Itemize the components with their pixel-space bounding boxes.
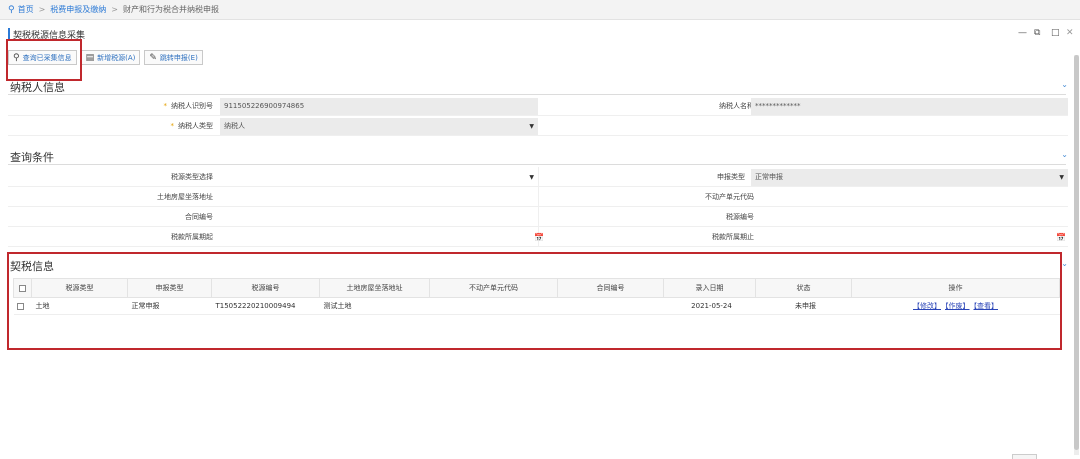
view-link[interactable]: 【查看】 xyxy=(974,302,999,310)
table-row[interactable]: 土地 正常申报 T150522202100094​94 测试土地 2021-05… xyxy=(13,297,1060,315)
calendar-icon[interactable]: 📅 xyxy=(1056,229,1066,246)
breadcrumb-separator: > xyxy=(38,5,46,14)
declare-type-select[interactable]: 正常申报 ▼ xyxy=(751,169,1068,186)
edit-link[interactable]: 【修改】 xyxy=(913,302,941,310)
dropdown-arrow-icon[interactable]: ▼ xyxy=(1059,169,1064,186)
period-end-input[interactable]: 📅 xyxy=(751,229,1068,246)
taxpayer-type-value: 纳税人 xyxy=(224,122,245,130)
chevron-down-icon[interactable]: ⌄ xyxy=(1061,80,1068,89)
cell-status: 未申报 xyxy=(755,297,852,315)
breadcrumb-current: 财产和行为税合并纳税申报 xyxy=(123,5,219,14)
bottom-tab-handle[interactable] xyxy=(1012,454,1037,459)
land-address-input[interactable] xyxy=(220,189,538,206)
section-title-taxpayer: 纳税人信息 xyxy=(10,81,65,94)
section-title-query: 查询条件 xyxy=(10,151,54,164)
section-title-grid: 契税信息 xyxy=(10,260,54,273)
source-no-input[interactable] xyxy=(751,209,1068,226)
row-checkbox[interactable] xyxy=(16,302,24,310)
query-collected-label: 查询已采集信息 xyxy=(22,53,72,62)
add-doc-icon: ▤ xyxy=(85,52,95,63)
breadcrumb-separator: > xyxy=(111,5,118,14)
period-start-input[interactable]: 📅 xyxy=(220,229,546,246)
column-header[interactable]: 税源类型 xyxy=(31,278,128,298)
close-icon[interactable]: ✕ xyxy=(1066,28,1074,38)
taxpayer-type-select[interactable]: 纳税人 ▼ xyxy=(220,118,538,135)
source-no-label: 税源编号 xyxy=(726,213,754,221)
deed-tax-table: 税源类型 申报类型 税源编号 土地房屋坐落地址 不动产单元代码 合同编号 录入日… xyxy=(13,278,1060,315)
form-row-period: 税款所属期起 📅 税款所属期止 📅 xyxy=(8,228,1068,247)
dropdown-arrow-icon[interactable]: ▼ xyxy=(529,169,534,186)
contract-label: 合同编号 xyxy=(185,213,213,221)
restore-icon[interactable]: ⧉ xyxy=(1034,28,1040,38)
source-type-select[interactable]: ▼ xyxy=(220,169,538,186)
form-row-address: 土地房屋坐落地址 不动产单元代码 xyxy=(8,188,1068,207)
contract-input[interactable] xyxy=(220,209,538,226)
select-all-cell xyxy=(13,278,32,298)
unit-code-input[interactable] xyxy=(751,189,1068,206)
window-title: 契税税源信息采集 xyxy=(13,31,86,41)
column-header[interactable]: 不动产单元代码 xyxy=(429,278,558,298)
form-row-taxpayer-id: * 纳税人识别号 911505226900974865 纳税人名称 *******… xyxy=(8,97,1068,116)
select-all-checkbox[interactable] xyxy=(19,284,26,292)
jump-declare-button[interactable]: ✎ 跳转申报(E) xyxy=(144,50,203,65)
vertical-scrollbar[interactable] xyxy=(1074,55,1079,455)
cell-source-type: 土地 xyxy=(31,297,128,315)
form-row-taxpayer-type: * 纳税人类型 纳税人 ▼ xyxy=(8,117,1068,136)
column-header[interactable]: 土地房屋坐落地址 xyxy=(319,278,430,298)
title-accent-bar xyxy=(8,28,10,39)
cell-date: 2021-05-24 xyxy=(663,297,756,315)
location-pin-icon: ⚲ xyxy=(8,4,15,15)
cell-operations: 【修改】 【作废】 【查看】 xyxy=(851,297,1060,315)
land-address-label: 土地房屋坐落地址 xyxy=(157,193,213,201)
taxpayer-type-label: * 纳税人类型 xyxy=(170,122,214,130)
column-header[interactable]: 状态 xyxy=(755,278,852,298)
taxpayer-id-field[interactable]: 911505226900974865 xyxy=(220,98,538,115)
form-row-source-type: 税源类型选择 ▼ 申报类型 正常申报 ▼ xyxy=(8,168,1068,187)
cell-source-no: T150522202100094​94 xyxy=(211,297,320,315)
minimize-icon[interactable]: — xyxy=(1018,28,1027,38)
period-start-label: 税款所属期起 xyxy=(171,233,213,241)
query-collected-button[interactable]: ⚲ 查询已采集信息 xyxy=(8,50,77,65)
void-link[interactable]: 【作废】 xyxy=(945,302,970,310)
column-header[interactable]: 申报类型 xyxy=(127,278,212,298)
section-divider xyxy=(8,94,1066,95)
breadcrumb: ⚲ 首页 > 税费申报及缴纳 > 财产和行为税合并纳税申报 xyxy=(0,0,1080,20)
chevron-down-icon[interactable]: ⌄ xyxy=(1061,150,1068,159)
cell-address: 测试土地 xyxy=(319,297,430,315)
edit-icon: ✎ xyxy=(149,52,157,63)
cell-declare-type: 正常申报 xyxy=(127,297,212,315)
toolbar: ⚲ 查询已采集信息 ▤ 新增税源(A) ✎ 跳转申报(E) xyxy=(8,50,203,65)
unit-code-label: 不动产单元代码 xyxy=(705,193,754,201)
search-icon: ⚲ xyxy=(13,52,20,63)
period-end-label: 税款所属期止 xyxy=(712,233,754,241)
dropdown-arrow-icon[interactable]: ▼ xyxy=(529,118,534,135)
form-row-contract: 合同编号 税源编号 xyxy=(8,208,1068,227)
add-source-label: 新增税源(A) xyxy=(97,53,136,62)
table-header-row: 税源类型 申报类型 税源编号 土地房屋坐落地址 不动产单元代码 合同编号 录入日… xyxy=(13,278,1060,298)
row-select-cell xyxy=(13,297,32,315)
scrollbar-thumb[interactable] xyxy=(1074,55,1079,450)
breadcrumb-home[interactable]: 首页 xyxy=(18,4,34,15)
taxpayer-name-field[interactable]: ************* xyxy=(751,98,1068,115)
maximize-icon[interactable]: □ xyxy=(1051,28,1060,38)
add-source-button[interactable]: ▤ 新增税源(A) xyxy=(80,50,141,65)
declare-type-label: 申报类型 xyxy=(717,173,745,181)
column-header[interactable]: 操作 xyxy=(851,278,1060,298)
cell-unit-code xyxy=(429,297,558,315)
declare-type-value: 正常申报 xyxy=(755,173,783,181)
jump-declare-label: 跳转申报(E) xyxy=(159,53,198,62)
cell-contract xyxy=(557,297,664,315)
column-header[interactable]: 合同编号 xyxy=(557,278,664,298)
breadcrumb-tax-declare[interactable]: 税费申报及缴纳 xyxy=(50,4,106,15)
section-divider xyxy=(8,164,1066,165)
taxpayer-id-label: * 纳税人识别号 xyxy=(163,102,214,110)
column-header[interactable]: 税源编号 xyxy=(211,278,320,298)
source-type-label: 税源类型选择 xyxy=(171,173,213,181)
taxpayer-name-label: 纳税人名称 xyxy=(719,102,754,110)
chevron-down-icon[interactable]: ⌄ xyxy=(1061,259,1068,268)
window-titlebar: 契税税源信息采集 xyxy=(0,25,1080,41)
column-header[interactable]: 录入日期 xyxy=(663,278,756,298)
